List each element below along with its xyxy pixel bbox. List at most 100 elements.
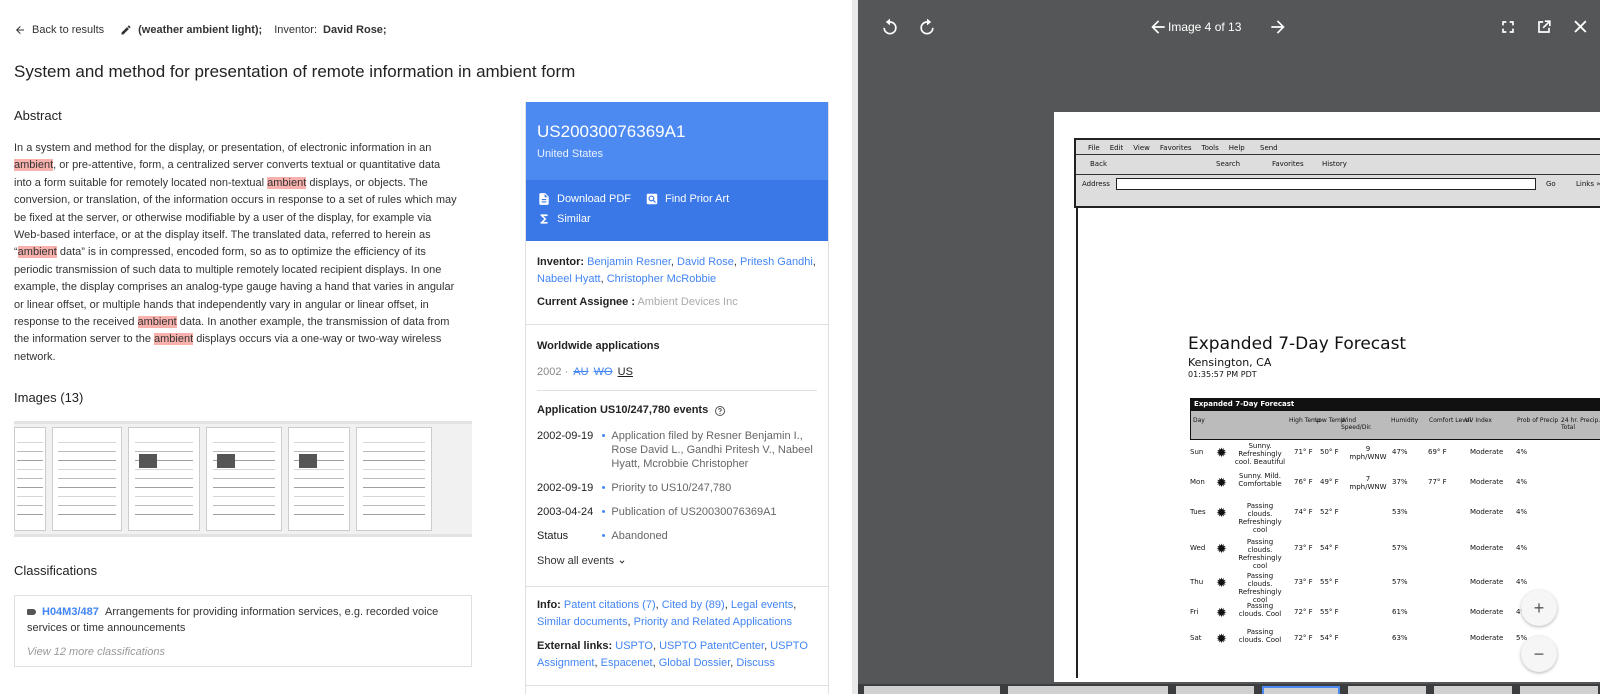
- forecast-column-header: Prob of Precip: [1517, 417, 1559, 424]
- forecast-lo: 55° F: [1320, 608, 1339, 616]
- inventor-filter-label: Inventor:: [274, 24, 318, 36]
- patent-summary-card: US20030076369A1 United States Download P…: [525, 102, 829, 694]
- find-prior-art-button[interactable]: Find Prior Art: [645, 192, 729, 206]
- viewer-thumb[interactable]: [864, 686, 1000, 694]
- info-label: Info:: [537, 599, 561, 611]
- show-all-events-button[interactable]: Show all events: [537, 553, 817, 570]
- drawn-window-border: [1076, 208, 1078, 678]
- info-link[interactable]: Cited by (89): [662, 599, 725, 611]
- info-link[interactable]: Patent citations (7): [564, 599, 656, 611]
- close-viewer-button[interactable]: [1570, 17, 1590, 37]
- forecast-lo: 52° F: [1320, 508, 1339, 516]
- ww-code-wo[interactable]: WO: [594, 366, 613, 378]
- minus-icon: −: [1533, 643, 1545, 664]
- assignee-label: Current Assignee :: [537, 296, 636, 308]
- inventor-link[interactable]: Benjamin Resner: [587, 256, 671, 268]
- info-link[interactable]: Priority and Related Applications: [634, 616, 792, 628]
- download-pdf-button[interactable]: Download PDF: [537, 192, 631, 206]
- inventor-link[interactable]: Christopher McRobbie: [607, 273, 716, 285]
- classifications-heading: Classifications: [14, 563, 98, 578]
- people-section: Inventor: Benjamin Resner, David Rose, P…: [526, 241, 828, 325]
- image-thumbnail[interactable]: [206, 427, 282, 531]
- document-icon: [539, 193, 549, 205]
- search-query[interactable]: (weather ambient light); Inventor: David…: [120, 24, 387, 36]
- image-thumbnail-strip[interactable]: [14, 421, 472, 537]
- next-image-button[interactable]: [1268, 17, 1288, 37]
- viewer-thumb[interactable]: [1520, 686, 1598, 694]
- zoom-in-button[interactable]: +: [1521, 590, 1557, 626]
- forecast-lo: 54° F: [1320, 544, 1339, 552]
- abstract-segment: In a system and method for the display, …: [14, 142, 432, 154]
- zoom-out-button[interactable]: −: [1521, 636, 1557, 672]
- event-text: Abandoned: [611, 530, 668, 542]
- image-thumbnail[interactable]: [52, 427, 122, 531]
- rotate-left-button[interactable]: [880, 17, 900, 37]
- info-link[interactable]: Legal events: [731, 599, 793, 611]
- rotate-right-button[interactable]: [917, 17, 937, 37]
- viewer-thumb-selected[interactable]: [1262, 686, 1340, 694]
- forecast-desc: Passing clouds. Refreshingly cool: [1238, 538, 1282, 570]
- similar-button[interactable]: Similar: [537, 212, 591, 226]
- external-links-line: External links: USPTO, USPTO PatentCente…: [537, 638, 817, 672]
- event-bullet: •: [601, 482, 606, 494]
- info-link[interactable]: Similar documents: [537, 616, 627, 628]
- applications-section: Worldwide applications 2002 · AU WO US A…: [526, 325, 828, 570]
- plus-icon: +: [1533, 597, 1545, 618]
- open-in-new-icon: [1538, 20, 1551, 33]
- viewer-thumb[interactable]: [1176, 686, 1254, 694]
- viewer-thumb[interactable]: [1348, 686, 1426, 694]
- tag-icon: [27, 609, 36, 616]
- viewer-thumb[interactable]: [1008, 686, 1168, 694]
- inventor-link[interactable]: Nabeel Hyatt: [537, 273, 601, 285]
- image-thumbnail[interactable]: [356, 427, 432, 531]
- abstract-heading: Abstract: [14, 108, 62, 123]
- pencil-icon: [121, 25, 131, 35]
- external-link[interactable]: USPTO: [615, 640, 653, 652]
- classification-code-link[interactable]: H04M3/487: [42, 606, 99, 618]
- ww-code-au[interactable]: AU: [573, 366, 588, 378]
- rotate-right-icon: [920, 18, 934, 35]
- image-viewer: Image 4 of 13 File Edit View Favorites Tools…: [858, 0, 1600, 694]
- forecast-day: Fri: [1190, 608, 1199, 616]
- drawn-go-button: Go: [1546, 180, 1556, 188]
- forecast-column-header: Wind Speed/Dir.: [1341, 417, 1372, 431]
- drawn-menu-item: Tools: [1201, 144, 1219, 152]
- image-counter: Image 4 of 13: [1168, 20, 1242, 34]
- inventor-link[interactable]: Pritesh Gandhi: [740, 256, 813, 268]
- rotate-left-icon: [883, 18, 897, 35]
- event-date: 2003-04-24: [537, 506, 594, 518]
- events-heading: Application US10/247,780 events: [537, 404, 709, 416]
- event-row: 2002-09-19 • Application filed by Resner B…: [537, 429, 817, 471]
- image-thumbnail[interactable]: [288, 427, 350, 531]
- inventor-link[interactable]: David Rose: [677, 256, 734, 268]
- fullscreen-button[interactable]: [1498, 17, 1518, 37]
- forecast-hi: 73° F: [1294, 578, 1313, 586]
- forecast-desc: Sunny. Refreshingly cool. Beautiful: [1234, 442, 1286, 466]
- image-thumbnail[interactable]: [128, 427, 200, 531]
- help-icon[interactable]: [714, 405, 726, 417]
- sun-icon: ✹: [1216, 476, 1227, 491]
- external-link[interactable]: Global Dossier: [659, 657, 731, 669]
- external-link[interactable]: USPTO PatentCenter: [659, 640, 764, 652]
- view-more-classifications-link[interactable]: View 12 more classifications: [27, 644, 459, 660]
- forecast-day: Sun: [1190, 448, 1204, 456]
- back-to-results-link[interactable]: Back to results: [14, 24, 104, 36]
- forecast-desc: Passing clouds. Refreshingly cool: [1238, 572, 1282, 604]
- forecast-hi: 73° F: [1294, 544, 1313, 552]
- viewer-thumb[interactable]: [1434, 686, 1512, 694]
- drawn-menu-item: Help: [1228, 144, 1245, 152]
- forecast-hum: 37%: [1392, 478, 1408, 486]
- ww-code-us[interactable]: US: [618, 366, 633, 378]
- event-text: Priority to US10/247,780: [611, 482, 732, 494]
- forecast-hum: 57%: [1392, 578, 1408, 586]
- previous-image-button[interactable]: [1148, 17, 1168, 37]
- external-link[interactable]: Espacenet: [601, 657, 653, 669]
- event-bullet: •: [601, 530, 606, 542]
- event-text: Application filed by Resner Benjamin I.,…: [611, 430, 813, 470]
- arrow-right-icon: [1271, 20, 1285, 34]
- open-in-new-button[interactable]: [1534, 17, 1554, 37]
- worldwide-applications: 2002 · AU WO US: [537, 364, 817, 381]
- external-link[interactable]: Discuss: [736, 657, 775, 669]
- drawn-browser-toolbar: File Edit View Favorites Tools Help Send Back…: [1074, 138, 1600, 208]
- image-thumbnail[interactable]: [14, 427, 46, 531]
